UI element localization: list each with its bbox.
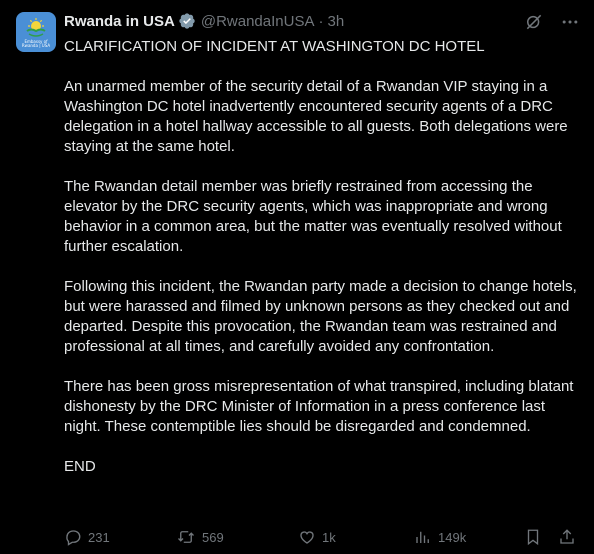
tweet-paragraph: An unarmed member of the security detail…	[64, 78, 568, 155]
reply-count: 231	[88, 529, 110, 545]
grok-icon[interactable]	[524, 12, 544, 37]
tweet-title: CLARIFICATION OF INCIDENT AT WASHINGTON …	[64, 38, 485, 55]
avatar-caption-line: Rwanda | USA	[21, 42, 51, 48]
handle[interactable]: @RwandaInUSA	[201, 13, 315, 30]
bookmark-button[interactable]	[524, 528, 558, 546]
tweet-paragraph: Following this incident, the Rwandan par…	[64, 278, 577, 355]
embassy-emblem-icon	[26, 17, 46, 37]
views-count: 149k	[438, 529, 467, 545]
like-icon	[298, 528, 316, 546]
share-button[interactable]	[558, 528, 578, 546]
tweet-top-actions	[524, 12, 580, 37]
reply-icon	[64, 528, 82, 546]
more-icon[interactable]	[560, 12, 580, 37]
share-icon	[558, 528, 576, 546]
like-count: 1k	[322, 529, 336, 545]
display-name[interactable]: Rwanda in USA	[64, 13, 175, 30]
bookmark-icon	[524, 528, 542, 546]
like-button[interactable]: 1k	[298, 528, 414, 546]
avatar-caption: Embassy of Rwanda | USA	[21, 39, 51, 48]
timestamp[interactable]: 3h	[327, 13, 344, 30]
tweet-text: CLARIFICATION OF INCIDENT AT WASHINGTON …	[64, 37, 578, 497]
separator-dot: ·	[318, 12, 324, 30]
tweet-end: END	[64, 458, 96, 475]
repost-button[interactable]: 569	[176, 528, 298, 546]
repost-icon	[176, 528, 196, 546]
repost-count: 569	[202, 529, 224, 545]
tweet-actions: 231 569 1k 149k	[64, 527, 582, 547]
views-icon	[414, 528, 432, 546]
reply-button[interactable]: 231	[64, 528, 176, 546]
verified-badge-icon[interactable]	[178, 12, 196, 30]
views-button[interactable]: 149k	[414, 528, 524, 546]
tweet-paragraph: There has been gross misrepresentation o…	[64, 378, 574, 435]
tweet-header: Rwanda in USA @RwandaInUSA · 3h	[64, 10, 344, 32]
tweet-paragraph: The Rwandan detail member was briefly re…	[64, 178, 562, 255]
avatar[interactable]: Embassy of Rwanda | USA	[16, 12, 56, 52]
